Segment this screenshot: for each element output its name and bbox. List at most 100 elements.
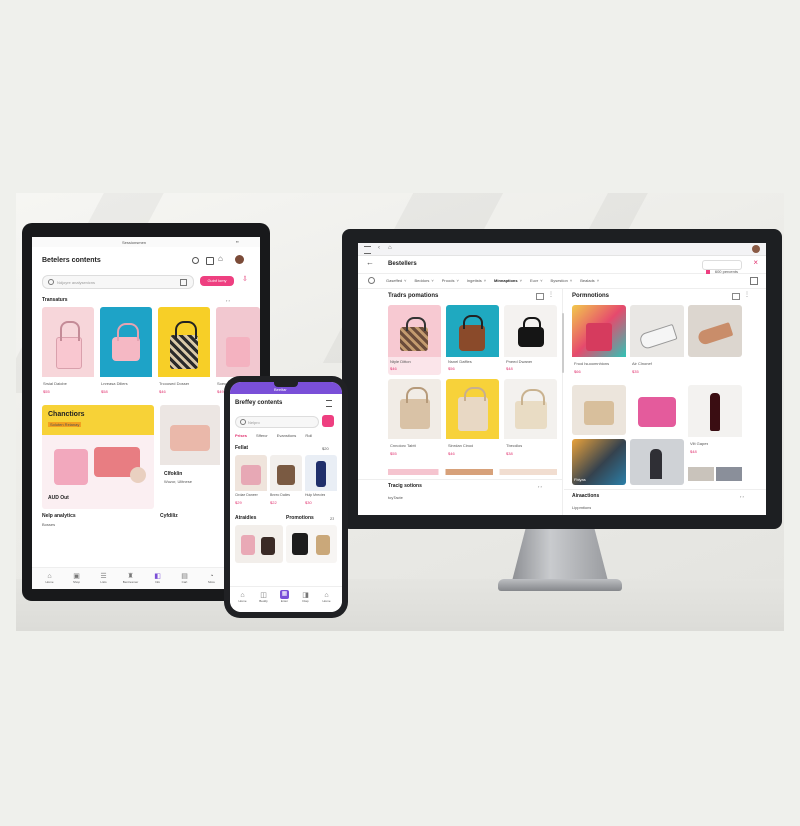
product-name: Trcoosed Dosser xyxy=(159,381,190,386)
product-card[interactable]: Trcoosed Dosser $46 xyxy=(158,307,210,399)
nav-item[interactable]: ◔ More xyxy=(198,573,225,585)
product-card[interactable]: Tbecdlos $38 xyxy=(504,379,557,465)
grid-view-icon[interactable] xyxy=(750,277,758,285)
action-button[interactable]: Guinf lomy xyxy=(200,276,234,286)
filter-chip[interactable]: Euvr xyxy=(530,278,538,283)
bag-icon[interactable] xyxy=(206,257,214,265)
nav-label: Beddy xyxy=(259,599,268,603)
nav-label: Diap xyxy=(302,599,309,603)
filter-chip[interactable]: Gaseffed xyxy=(386,278,402,283)
nav-icon: ⌂ xyxy=(47,573,52,580)
nav-item[interactable]: ◧ Info xyxy=(144,572,171,585)
product-card[interactable]: Lnreasa Diliers $58 xyxy=(100,307,152,399)
menu-icon[interactable] xyxy=(326,400,332,407)
product-card[interactable]: Cnnoiorc Tabtt $55 xyxy=(388,379,441,465)
nav-item[interactable]: ⌂ Home xyxy=(232,592,253,604)
section-title-left: Tradrs pomations xyxy=(388,293,439,299)
chevron-down-icon: ˅ xyxy=(483,278,487,283)
back-arrow-icon[interactable]: ← xyxy=(366,258,374,267)
nav-item[interactable]: ⌂ Home xyxy=(36,573,63,585)
product-card[interactable]: Sinrdan Cinod $46 xyxy=(446,379,499,465)
page-title: Breffey contents xyxy=(235,400,283,406)
see-all-link[interactable]: › › xyxy=(538,484,542,489)
product-card[interactable]: Fbiyas xyxy=(572,439,626,485)
close-icon[interactable]: × xyxy=(753,258,758,267)
nav-item[interactable]: ▦ Entor xyxy=(274,590,295,604)
product-price: $48 xyxy=(506,366,513,371)
product-card[interactable]: Vllt Gapes $48 xyxy=(688,385,742,461)
product-card[interactable] xyxy=(572,385,626,435)
product-price: $30 xyxy=(305,500,312,505)
product-card[interactable]: Ntyle Ditton $46 xyxy=(388,305,441,375)
back-icon[interactable]: ‹ xyxy=(378,245,380,251)
tab[interactable]: Sffercr xyxy=(256,433,268,438)
nav-icon: ⌂ xyxy=(324,592,329,599)
product-price: $38 xyxy=(506,451,513,456)
see-all-link[interactable]: › › xyxy=(740,494,744,499)
see-all-link[interactable]: › › xyxy=(226,298,230,303)
search-input[interactable]: Nelpro xyxy=(235,416,319,428)
chevron-down-icon: ˅ xyxy=(456,278,459,283)
filter-icon[interactable] xyxy=(180,279,187,286)
product-card[interactable]: Pneed Dwaner $48 xyxy=(504,305,557,375)
nav-label: Cart xyxy=(181,580,188,584)
home-icon[interactable]: ⌂ xyxy=(218,254,223,263)
home-icon[interactable]: ⌂ xyxy=(388,245,392,251)
nav-item[interactable]: ☰ Lists xyxy=(90,572,117,585)
filter-chip[interactable]: Bealads xyxy=(580,278,594,283)
product-card[interactable]: Srsial Daiobe $55 xyxy=(42,307,94,399)
menu-icon[interactable] xyxy=(364,246,371,254)
download-icon[interactable]: ⇩ xyxy=(242,275,248,283)
nav-item[interactable]: ▤ Cart xyxy=(171,572,198,585)
avatar[interactable] xyxy=(752,245,760,253)
search-icon[interactable] xyxy=(368,277,375,284)
product-card[interactable]: Hulp Mrecies $30 xyxy=(305,455,337,511)
product-card xyxy=(688,305,742,357)
product-card[interactable]: Fnod Isuoomnhions $66 xyxy=(572,305,626,381)
product-scene: ‹ ⌂ ← Bestellers 600 percents × Gaseffed… xyxy=(16,193,784,631)
product-card[interactable]: Bnreo Daiies $22 xyxy=(270,455,302,511)
nav-icon: ▦ xyxy=(280,590,289,599)
nav-item[interactable]: ◫ Beddy xyxy=(253,591,274,604)
filter-chip[interactable]: Bysestion xyxy=(551,278,568,283)
product-card[interactable] xyxy=(286,525,337,563)
search-input[interactable]: Ndjoyre analysenicns xyxy=(42,275,194,289)
nav-item[interactable]: ▣ Shop xyxy=(63,572,90,585)
status-badge[interactable]: 600 percents xyxy=(702,260,742,274)
product-card[interactable]: Cirdae Daneer $29 xyxy=(235,455,267,511)
product-price: $49 xyxy=(217,389,224,394)
section-title: Nelp analytics xyxy=(42,513,76,519)
product-card[interactable] xyxy=(235,525,283,563)
product-card[interactable]: Nsnel Daffies $56 xyxy=(446,305,499,375)
filter-chip[interactable]: Proods xyxy=(442,278,455,283)
product-price: $66 xyxy=(574,369,581,374)
promo-banner[interactable]: Chanctiors Soluten Reianay AUD Out xyxy=(42,405,154,509)
tab[interactable]: Evanstions xyxy=(277,433,297,438)
tab[interactable]: Prises xyxy=(235,433,247,438)
avatar[interactable] xyxy=(235,255,244,264)
filter-button[interactable] xyxy=(322,415,334,427)
filter-chip[interactable]: Minnaptions xyxy=(494,278,518,283)
chevron-down-icon: ˅ xyxy=(519,278,522,283)
product-card[interactable] xyxy=(630,385,684,435)
layout-icon[interactable] xyxy=(732,293,740,300)
product-card[interactable]: Air Clnonef $35 xyxy=(630,305,684,381)
filter-chip[interactable]: Ingetists xyxy=(467,278,482,283)
monitor-stand xyxy=(512,529,608,581)
nav-item[interactable]: ⌂ Home xyxy=(316,592,337,604)
more-icon[interactable]: ⋮ xyxy=(548,291,554,298)
nav-item[interactable]: ♜ Bentresmer xyxy=(117,572,144,585)
tab[interactable]: Roll xyxy=(305,433,312,438)
promo-card[interactable]: Clfoklin Wuzor, Ulitnese xyxy=(160,405,220,509)
promo-caption: AUD Out xyxy=(48,495,69,501)
more-icon[interactable]: ⋮ xyxy=(744,291,750,298)
product-card[interactable] xyxy=(630,439,684,485)
nav-item[interactable]: ◨ Diap xyxy=(295,591,316,604)
product-price: $29 xyxy=(235,500,242,505)
layout-icon[interactable] xyxy=(536,293,544,300)
product-name: Tbecdlos xyxy=(506,443,523,448)
search-icon[interactable] xyxy=(192,257,199,264)
nav-label: Info xyxy=(154,580,160,584)
product-price: $35 xyxy=(632,369,639,374)
filter-chip[interactable]: Beddors xyxy=(415,278,430,283)
